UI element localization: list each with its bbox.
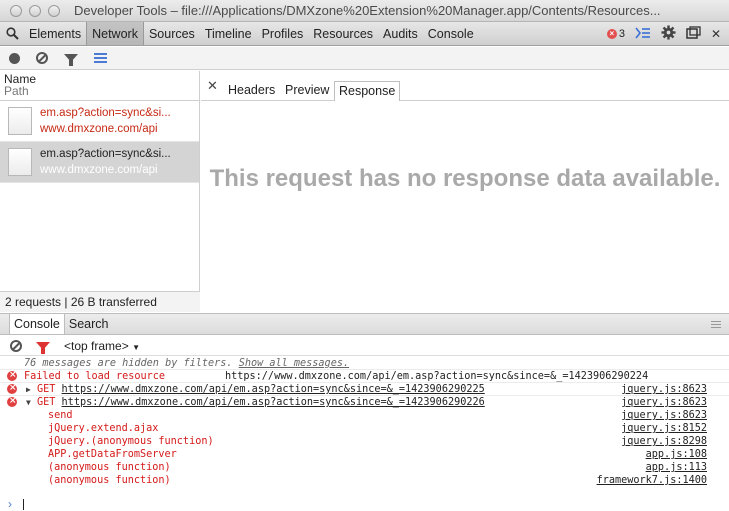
drawer-tabbar: Console Search [0, 313, 729, 335]
console-error-message[interactable]: ▶ GET https://www.dmxzone.com/api/em.asp… [0, 382, 729, 396]
large-rows-icon[interactable] [94, 53, 107, 63]
console-filter-icon[interactable] [36, 341, 50, 354]
error-count: 3 [618, 27, 625, 40]
drawer-tab-console[interactable]: Console [9, 314, 65, 334]
drawer-resize-grip-icon[interactable] [711, 314, 721, 334]
stack-function: send [48, 410, 73, 421]
request-host: www.dmxzone.com/api [40, 123, 158, 135]
source-link[interactable]: jquery.js:8623 [621, 396, 707, 409]
stack-function: jQuery.(anonymous function) [48, 436, 214, 447]
frame-selector-value: <top frame> [64, 338, 129, 353]
source-link[interactable]: app.js:108 [646, 448, 707, 461]
error-text: Failed to load resource [24, 371, 166, 382]
expand-arrow-icon[interactable]: ▶ [26, 383, 31, 396]
name-column-header[interactable]: Name Path [0, 71, 199, 101]
filter-icon[interactable] [64, 54, 78, 66]
stack-frame: APP.getDataFromServer app.js:108 [0, 448, 729, 461]
stack-function: (anonymous function) [48, 462, 171, 473]
error-icon [7, 369, 17, 382]
window-controls [10, 4, 60, 17]
tab-headers[interactable]: Headers [224, 81, 279, 101]
hidden-messages-text: 76 messages are hidden by filters. [24, 358, 233, 369]
devtools-toolbar: Elements Network Sources Timeline Profil… [0, 22, 729, 46]
tab-elements[interactable]: Elements [24, 22, 86, 45]
stack-frame: jQuery.(anonymous function) jquery.js:82… [0, 435, 729, 448]
error-counter[interactable]: × 3 [606, 27, 625, 40]
console-error-message[interactable]: ▼ GET https://www.dmxzone.com/api/em.asp… [0, 395, 729, 409]
record-icon[interactable] [9, 52, 20, 64]
prompt-chevron-icon: › [8, 497, 12, 511]
text-caret [23, 499, 24, 510]
error-icon [7, 382, 17, 395]
hidden-messages-notice: 76 messages are hidden by filters. Show … [0, 357, 729, 370]
error-icon [7, 395, 17, 408]
console-messages: 76 messages are hidden by filters. Show … [0, 357, 729, 487]
console-prompt[interactable]: › [0, 498, 729, 511]
source-link[interactable]: jquery.js:8623 [621, 383, 707, 396]
request-name: em.asp?action=sync&si... [40, 148, 171, 160]
tab-network[interactable]: Network [86, 22, 144, 45]
request-summary: 2 requests | 26 B transferred [0, 291, 200, 312]
dropdown-arrow-icon: ▼ [132, 342, 140, 352]
tab-sources[interactable]: Sources [144, 22, 200, 45]
column-path-label: Path [4, 84, 29, 98]
source-link[interactable]: app.js:113 [646, 461, 707, 474]
tab-preview[interactable]: Preview [281, 81, 333, 101]
stack-frame: jQuery.extend.ajax jquery.js:8152 [0, 422, 729, 435]
tab-resources[interactable]: Resources [308, 22, 378, 45]
http-method: GET [37, 384, 56, 395]
inspect-search-icon[interactable] [0, 22, 24, 45]
zoom-window-button[interactable] [48, 4, 60, 17]
request-name: em.asp?action=sync&si... [40, 107, 171, 119]
settings-gear-icon[interactable] [661, 24, 676, 43]
frame-selector[interactable]: <top frame> ▼ [64, 339, 140, 353]
source-link[interactable]: jquery.js:8298 [621, 435, 707, 448]
stack-function: APP.getDataFromServer [48, 449, 177, 460]
request-detail: ✕ Headers Preview Response This request … [201, 71, 729, 312]
request-host: www.dmxzone.com/api [40, 164, 158, 176]
stack-function: jQuery.extend.ajax [48, 423, 159, 434]
tab-timeline[interactable]: Timeline [200, 22, 257, 45]
stack-frame: (anonymous function) framework7.js:1400 [0, 474, 729, 487]
document-icon [8, 148, 32, 176]
request-url-link[interactable]: https://www.dmxzone.com/api/em.asp?actio… [62, 384, 485, 395]
source-link[interactable]: jquery.js:8152 [621, 422, 707, 435]
drawer-tab-search[interactable]: Search [65, 314, 113, 334]
request-url-link[interactable]: https://www.dmxzone.com/api/em.asp?actio… [62, 397, 485, 408]
tab-console[interactable]: Console [423, 22, 479, 45]
column-name-label: Name [4, 72, 37, 86]
detail-tabbar: ✕ Headers Preview Response [201, 71, 729, 101]
close-window-button[interactable] [10, 4, 22, 17]
document-icon [8, 107, 32, 135]
stack-frame: (anonymous function) app.js:113 [0, 461, 729, 474]
console-toolbar: <top frame> ▼ [0, 336, 729, 356]
error-icon: × [606, 28, 617, 39]
clear-console-icon[interactable] [10, 339, 22, 352]
empty-response-message: This request has no response data availa… [209, 165, 721, 192]
window-titlebar: Developer Tools – file:///Applications/D… [0, 0, 729, 22]
source-link[interactable]: framework7.js:1400 [597, 474, 707, 487]
request-row-selected[interactable]: em.asp?action=sync&si... www.dmxzone.com… [0, 142, 199, 183]
console-error-message: Failed to load resource https://www.dmxz… [0, 369, 729, 383]
request-list: Name Path em.asp?action=sync&si... www.d… [0, 71, 200, 312]
error-url[interactable]: https://www.dmxzone.com/api/em.asp?actio… [225, 370, 648, 383]
request-row[interactable]: em.asp?action=sync&si... www.dmxzone.com… [0, 101, 199, 142]
stack-frame: send jquery.js:8623 [0, 409, 729, 422]
tab-profiles[interactable]: Profiles [257, 22, 309, 45]
tab-response[interactable]: Response [334, 81, 401, 101]
clear-icon[interactable] [36, 52, 48, 64]
source-link[interactable]: jquery.js:8623 [621, 409, 707, 422]
show-all-messages-link[interactable]: Show all messages. [239, 358, 349, 369]
close-detail-icon[interactable]: ✕ [207, 78, 218, 94]
close-devtools-icon[interactable]: ✕ [711, 27, 721, 41]
http-method: GET [37, 397, 56, 408]
stack-function: (anonymous function) [48, 475, 171, 486]
show-console-drawer-icon[interactable] [635, 26, 651, 42]
dock-side-icon[interactable] [686, 25, 701, 42]
window-title: Developer Tools – file:///Applications/D… [74, 3, 661, 18]
minimize-window-button[interactable] [29, 4, 41, 17]
tab-audits[interactable]: Audits [378, 22, 423, 45]
network-controls [0, 47, 729, 70]
collapse-arrow-icon[interactable]: ▼ [26, 396, 31, 409]
